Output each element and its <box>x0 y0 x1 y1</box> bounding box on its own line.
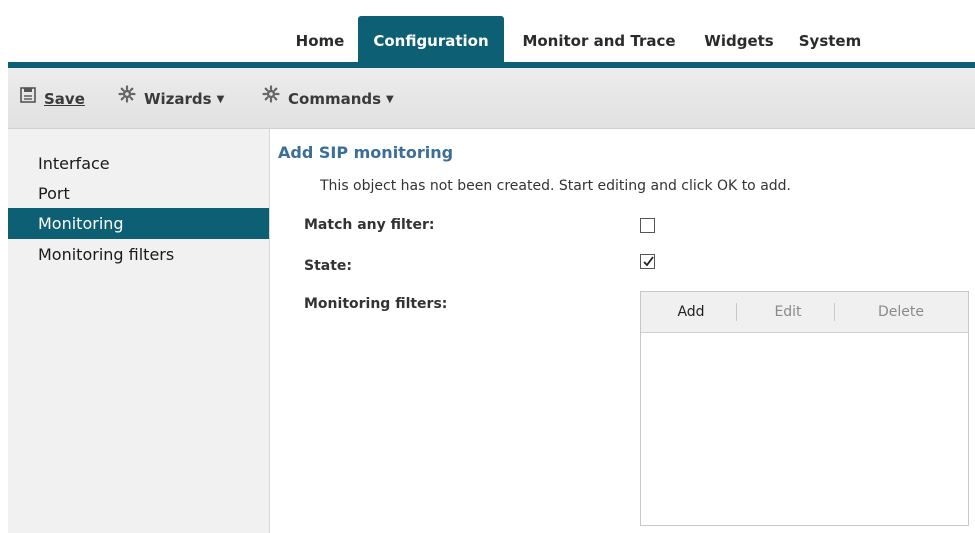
delete-filter-button[interactable]: Delete <box>846 292 956 332</box>
wizards-label: Wizards <box>144 90 212 108</box>
sidebar-item-monitoring[interactable]: Monitoring <box>8 208 269 239</box>
sidebar-item-monitoring-filters[interactable]: Monitoring filters <box>8 239 269 270</box>
tab-monitor-and-trace[interactable]: Monitor and Trace <box>511 16 687 62</box>
state-checkbox[interactable] <box>640 254 655 269</box>
tab-home[interactable]: Home <box>289 16 351 62</box>
save-icon <box>20 67 36 129</box>
chevron-down-icon: ▼ <box>216 94 225 105</box>
match-any-filter-label: Match any filter: <box>304 217 435 233</box>
creation-notice: This object has not been created. Start … <box>320 178 791 194</box>
state-label: State: <box>304 258 353 274</box>
sidebar-item-interface[interactable]: Interface <box>8 148 269 179</box>
add-filter-button[interactable]: Add <box>661 292 721 332</box>
wizards-menu-button[interactable]: Wizards ▼ <box>118 68 224 128</box>
tab-configuration[interactable]: Configuration <box>358 16 504 62</box>
main-panel: Add SIP monitoring This object has not b… <box>270 129 975 533</box>
top-navigation: Home Configuration Monitor and Trace Wid… <box>8 16 975 62</box>
monitoring-filters-list[interactable]: Add Edit Delete <box>640 291 969 526</box>
sidebar-item-port[interactable]: Port <box>8 178 269 209</box>
filters-toolbar: Add Edit Delete <box>641 292 968 333</box>
tab-widgets[interactable]: Widgets <box>698 16 780 62</box>
toolbar: Save Wizards ▼ Commands ▼ <box>8 68 975 129</box>
divider <box>736 303 737 321</box>
save-label: Save <box>44 90 85 108</box>
gear-icon <box>262 67 280 129</box>
edit-filter-button[interactable]: Edit <box>753 292 823 332</box>
monitoring-filters-label: Monitoring filters: <box>304 296 448 312</box>
checkmark-icon <box>643 256 654 267</box>
match-any-filter-checkbox[interactable] <box>640 218 655 233</box>
save-button[interactable]: Save <box>20 68 85 128</box>
chevron-down-icon: ▼ <box>386 94 394 105</box>
page-title: Add SIP monitoring <box>278 143 454 162</box>
sidebar: Interface Port Monitoring Monitoring fil… <box>8 129 270 533</box>
commands-label: Commands <box>288 90 382 108</box>
divider <box>834 303 835 321</box>
gear-icon <box>118 67 136 129</box>
tab-system[interactable]: System <box>792 16 868 62</box>
commands-menu-button[interactable]: Commands ▼ <box>262 68 394 128</box>
